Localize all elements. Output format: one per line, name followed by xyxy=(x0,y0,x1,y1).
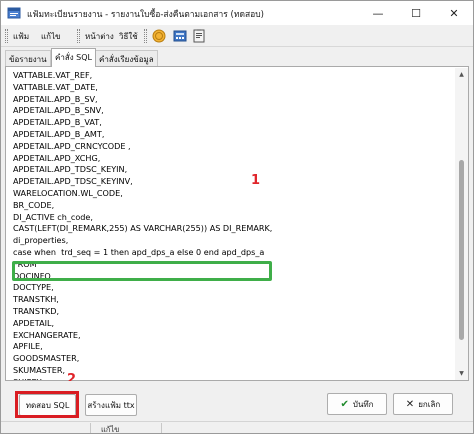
minimize-button[interactable]: — xyxy=(359,1,397,25)
cancel-x-icon: ✕ xyxy=(405,398,415,410)
create-ttx-button[interactable]: สร้างแฟ้ม ttx xyxy=(85,394,137,416)
menu-window[interactable]: หน้าต่าง xyxy=(85,30,114,43)
coin-icon[interactable] xyxy=(151,28,167,44)
toolbar-grip xyxy=(144,29,147,43)
sql-line: APDETAIL.APD_B_SNV, xyxy=(13,105,104,116)
sql-line: APDETAIL.APD_XCHG, xyxy=(13,152,101,163)
vertical-scrollbar[interactable]: ▲ ▼ xyxy=(455,68,468,380)
title-bar: แฟ้มทะเบียนรายงาน - รายงานใบซื้อ-ส่งคืนต… xyxy=(1,1,473,25)
status-bar: แก้ไข xyxy=(1,421,473,434)
tab-sort-command[interactable]: คำสั่งเรียงข้อมูล xyxy=(95,50,158,66)
status-cell-1 xyxy=(1,423,91,433)
scroll-down-arrow-icon[interactable]: ▼ xyxy=(455,367,468,380)
checkmark-icon: ✔ xyxy=(340,398,349,410)
close-button[interactable]: ✕ xyxy=(435,1,473,25)
menu-edit[interactable]: แก้ไข xyxy=(41,30,61,43)
sql-line: TRANSTKH, xyxy=(13,294,59,305)
sql-line: APDETAIL.APD_CRNCYCODE , xyxy=(13,140,131,151)
menu-grip xyxy=(5,29,8,43)
status-cell-2 xyxy=(161,423,162,433)
sql-line: GOODSMASTER, xyxy=(13,353,80,364)
menu-grip-2 xyxy=(77,29,80,43)
tab-report-info[interactable]: ข้อรายงาน xyxy=(5,50,51,66)
sql-line: DOCTYPE, xyxy=(13,282,54,293)
test-sql-highlight-frame xyxy=(15,391,79,418)
cancel-button[interactable]: ✕ ยกเลิก xyxy=(393,393,453,415)
sql-line: SHIPBY, xyxy=(13,376,44,380)
sql-line: DI_ACTIVE ch_code, xyxy=(13,211,93,222)
menu-help[interactable]: วิธีใช้ xyxy=(119,30,138,43)
scroll-up-arrow-icon[interactable]: ▲ xyxy=(455,68,468,81)
status-text: แก้ไข xyxy=(101,425,120,434)
tab-sql-command[interactable]: คำสั่ง SQL xyxy=(51,48,97,67)
sql-line: WARELOCATION.WL_CODE, xyxy=(13,188,123,198)
menu-bar: แฟ้ม แก้ไข หน้าต่าง วิธีใช้ xyxy=(1,25,473,47)
sql-editor[interactable]: VATTABLE.VAT_REF, VATTABLE.VAT_DATE, APDET… xyxy=(7,68,454,380)
maximize-button[interactable]: ☐ xyxy=(397,1,435,25)
sql-line: SKUMASTER, xyxy=(13,365,66,375)
app-window-icon xyxy=(7,7,21,19)
sql-line: case when trd_seq = 1 then apd_dps_a els… xyxy=(13,247,265,257)
document-icon[interactable] xyxy=(191,28,207,44)
window-title: แฟ้มทะเบียนรายงาน - รายงานใบซื้อ-ส่งคืนต… xyxy=(27,10,264,20)
sql-line: APDETAIL.APD_TDSC_KEYIN, xyxy=(13,164,128,175)
sql-line: EXCHANGERATE, xyxy=(13,329,81,340)
sql-line: VATTABLE.VAT_DATE, xyxy=(13,81,98,92)
annotation-marker-1: 1 xyxy=(251,173,261,188)
sql-line: VATTABLE.VAT_REF, xyxy=(13,70,93,80)
sql-line: APDETAIL.APD_TDSC_KEYINV, xyxy=(13,176,133,187)
save-button-label: บันทึก xyxy=(352,399,374,409)
sql-line: APDETAIL.APD_B_AMT, xyxy=(13,129,105,139)
report-editor-window: แฟ้มทะเบียนรายงาน - รายงานใบซื้อ-ส่งคืนต… xyxy=(0,0,474,434)
cancel-button-label: ยกเลิก xyxy=(418,399,441,409)
scroll-thumb[interactable] xyxy=(459,160,464,340)
tab-strip: ข้อรายงาน คำสั่ง SQL คำสั่งเรียงข้อมูล xyxy=(1,48,473,67)
sql-line: APDETAIL.APD_B_VAT, xyxy=(13,117,102,128)
calculator-icon[interactable] xyxy=(172,28,188,44)
save-button[interactable]: ✔ บันทึก xyxy=(327,393,387,415)
sql-line: APDETAIL, xyxy=(13,317,55,328)
menu-file[interactable]: แฟ้ม xyxy=(13,30,29,43)
sql-line: TRANSTKD, xyxy=(13,306,60,316)
sql-line: BR_CODE, xyxy=(13,199,55,210)
sql-line: di_properties, xyxy=(13,235,69,246)
sql-line: CAST(LEFT(DI_REMARK,255) AS VARCHAR(255)… xyxy=(13,223,273,234)
sql-line: APFILE, xyxy=(13,341,43,352)
sql-line: APDETAIL.APD_B_SV, xyxy=(13,93,98,104)
sql-panel: VATTABLE.VAT_REF, VATTABLE.VAT_DATE, APDET… xyxy=(5,66,469,381)
highlighted-line-frame xyxy=(12,261,272,281)
